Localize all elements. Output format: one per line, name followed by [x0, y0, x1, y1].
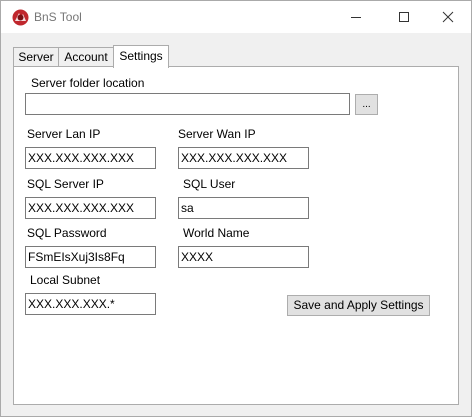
- tab-account[interactable]: Account: [58, 47, 114, 66]
- local-subnet-label: Local Subnet: [30, 273, 101, 287]
- maximize-button[interactable]: [381, 1, 427, 33]
- world-name-label: World Name: [183, 226, 250, 240]
- server-folder-label: Server folder location: [31, 76, 145, 90]
- close-icon: [442, 11, 454, 23]
- title-bar[interactable]: BnS Tool: [1, 1, 471, 33]
- minimize-icon: [351, 17, 361, 18]
- server-lan-ip-label: Server Lan IP: [27, 127, 101, 141]
- app-logo-icon: [12, 9, 29, 26]
- sql-server-ip-input[interactable]: [25, 197, 156, 219]
- world-name-input[interactable]: [178, 246, 309, 268]
- browse-folder-button[interactable]: ...: [355, 94, 378, 115]
- sql-server-ip-label: SQL Server IP: [27, 177, 104, 191]
- maximize-icon: [399, 12, 409, 22]
- save-apply-settings-button[interactable]: Save and Apply Settings: [287, 295, 430, 316]
- tab-server[interactable]: Server: [13, 47, 59, 66]
- minimize-button[interactable]: [333, 1, 379, 33]
- close-button[interactable]: [425, 1, 471, 33]
- window-title: BnS Tool: [34, 10, 82, 24]
- server-lan-ip-input[interactable]: [25, 147, 156, 169]
- sql-user-input[interactable]: [178, 197, 309, 219]
- app-window: BnS Tool Server Account Settings Server …: [0, 0, 472, 417]
- sql-password-input[interactable]: [25, 246, 156, 268]
- local-subnet-input[interactable]: [25, 293, 156, 315]
- server-wan-ip-input[interactable]: [178, 147, 309, 169]
- tab-settings[interactable]: Settings: [113, 45, 169, 68]
- sql-password-label: SQL Password: [27, 226, 107, 240]
- server-wan-ip-label: Server Wan IP: [178, 127, 256, 141]
- server-folder-input[interactable]: [25, 93, 350, 115]
- sql-user-label: SQL User: [183, 177, 236, 191]
